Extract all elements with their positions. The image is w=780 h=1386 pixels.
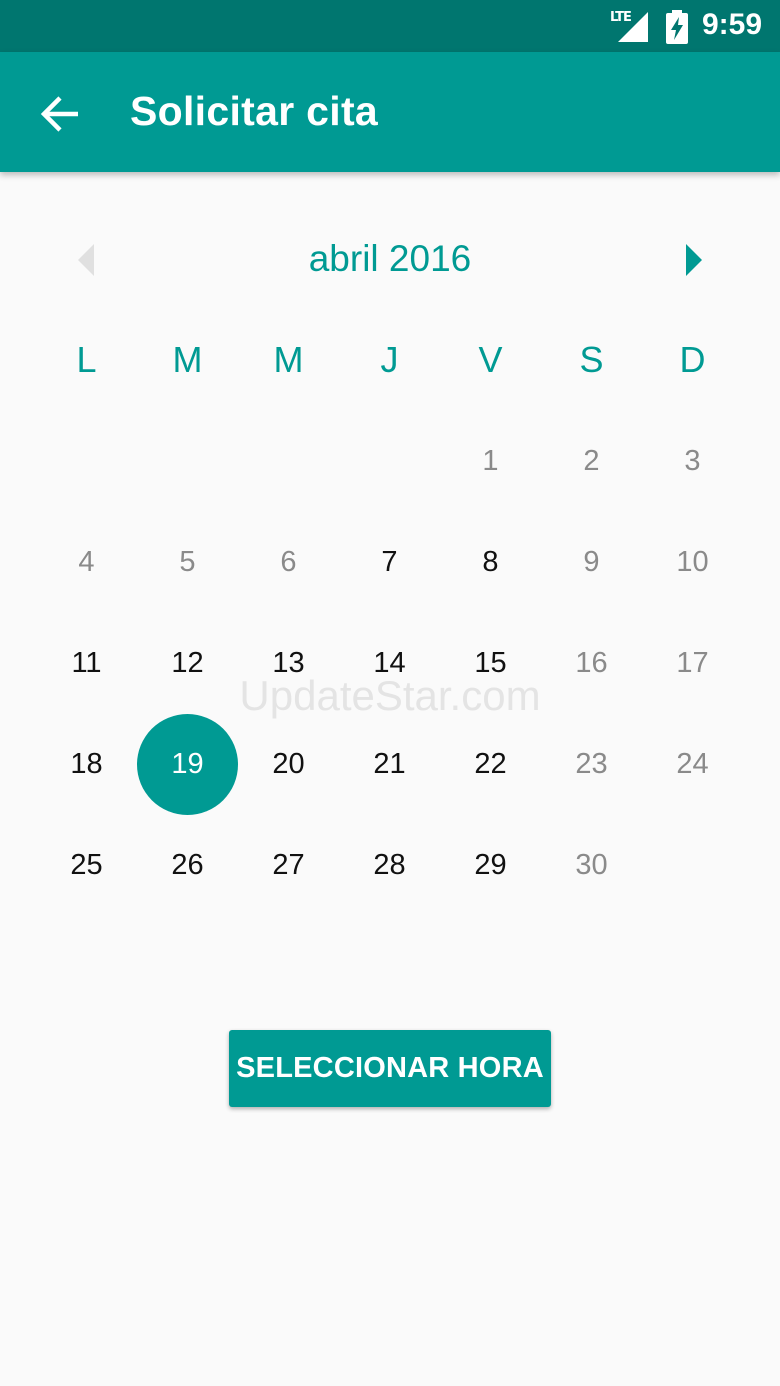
weekday-label: J	[380, 339, 399, 380]
day-number: 22	[474, 748, 507, 780]
weekday-label: V	[478, 339, 503, 380]
empty-day-cell	[36, 411, 137, 512]
day-number: 2	[583, 445, 600, 477]
day-number: 4	[78, 546, 95, 578]
day-cell: 16	[541, 613, 642, 714]
page-title: Solicitar cita	[130, 88, 379, 134]
day-number: 10	[676, 546, 709, 578]
month-label: abril 2016	[308, 238, 472, 279]
signal-icon	[618, 12, 648, 42]
day-number: 17	[676, 647, 709, 679]
day-cell[interactable]: 11	[36, 613, 137, 714]
battery-charging-icon	[666, 10, 688, 44]
day-number: 20	[272, 748, 305, 780]
weekday-label: D	[679, 339, 706, 380]
day-number: 14	[373, 647, 406, 679]
status-time: 9:59	[702, 8, 763, 41]
day-cell[interactable]: 27	[238, 815, 339, 916]
day-number: 12	[171, 647, 204, 679]
day-number: 23	[575, 748, 608, 780]
day-cell[interactable]: 12	[137, 613, 238, 714]
day-cell[interactable]: 29	[440, 815, 541, 916]
day-number: 24	[676, 748, 709, 780]
day-number: 28	[373, 849, 406, 881]
day-cell[interactable]: 26	[137, 815, 238, 916]
weekday-label: M	[172, 339, 203, 380]
empty-day-cell	[238, 411, 339, 512]
day-number: 3	[684, 445, 701, 477]
day-cell[interactable]: 18	[36, 714, 137, 815]
day-number: 11	[71, 647, 102, 679]
day-cell[interactable]: 28	[339, 815, 440, 916]
day-cell[interactable]: 7	[339, 512, 440, 613]
weekday-label: L	[76, 339, 97, 380]
day-cell[interactable]: 21	[339, 714, 440, 815]
day-number: 8	[482, 546, 499, 578]
weekday-label: S	[579, 339, 604, 380]
day-cell[interactable]: 25	[36, 815, 137, 916]
day-cell[interactable]: 13	[238, 613, 339, 714]
month-header: abril 2016	[0, 226, 780, 296]
day-cell: 9	[541, 512, 642, 613]
status-bar: LTE 9:59	[0, 0, 780, 52]
day-cell: 4	[36, 512, 137, 613]
day-cell: 3	[642, 411, 743, 512]
day-cell: 17	[642, 613, 743, 714]
day-number: 16	[575, 647, 608, 679]
day-cell[interactable]: 20	[238, 714, 339, 815]
day-cell[interactable]: 15	[440, 613, 541, 714]
day-number: 27	[272, 849, 305, 881]
day-cell: 30	[541, 815, 642, 916]
day-number: 19	[171, 748, 204, 780]
day-cell: 24	[642, 714, 743, 815]
day-number: 21	[373, 748, 406, 780]
day-cell: 5	[137, 512, 238, 613]
calendar-grid: 1 2 3 4 5 6 7 8 9 10 11 12 13 14 15 16 17 18 19 20 21 22 23 24 2…	[36, 411, 743, 916]
day-number: 30	[575, 849, 608, 881]
app-bar: Solicitar cita	[0, 52, 780, 172]
empty-day-cell	[137, 411, 238, 512]
day-number: 25	[70, 849, 103, 881]
day-number: 5	[179, 546, 196, 578]
day-cell: 23	[541, 714, 642, 815]
day-cell: 10	[642, 512, 743, 613]
day-number: 9	[583, 546, 600, 578]
weekday-header: LMMJVSD	[36, 330, 743, 390]
day-cell[interactable]: 14	[339, 613, 440, 714]
day-cell: 1	[440, 411, 541, 512]
day-number: 7	[381, 546, 398, 578]
day-cell: 6	[238, 512, 339, 613]
day-cell-selected[interactable]: 19	[137, 714, 238, 815]
day-cell[interactable]: 22	[440, 714, 541, 815]
day-number: 26	[171, 849, 204, 881]
arrow-back-icon[interactable]	[38, 92, 82, 136]
weekday-label: M	[273, 339, 304, 380]
select-time-button[interactable]: SELECCIONAR HORA	[229, 1030, 551, 1107]
day-number: 15	[474, 647, 507, 679]
day-cell[interactable]: 8	[440, 512, 541, 613]
chevron-right-icon[interactable]	[680, 242, 708, 278]
day-number: 18	[70, 748, 103, 780]
day-number: 6	[280, 546, 297, 578]
day-number: 29	[474, 849, 507, 881]
day-cell: 2	[541, 411, 642, 512]
day-number: 1	[482, 445, 499, 477]
day-number: 13	[272, 647, 305, 679]
empty-day-cell	[339, 411, 440, 512]
